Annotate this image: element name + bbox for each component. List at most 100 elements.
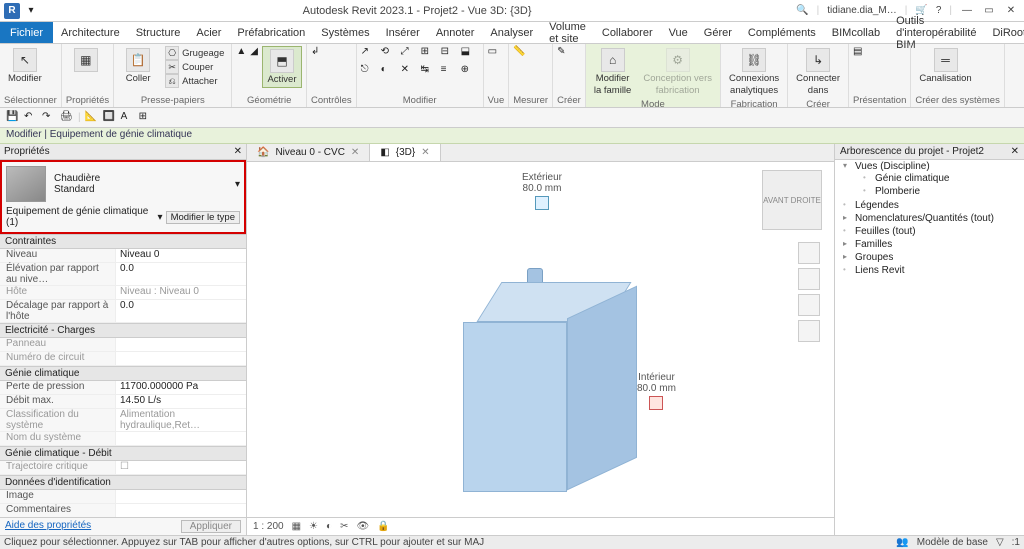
tree-node[interactable]: Génie climatique [861,172,1024,185]
modify-tool-icon[interactable]: ↗ [361,46,377,62]
view-tab[interactable]: 🏠 Niveau 0 - CVC ✕ [247,144,370,161]
property-row[interactable]: HôteNiveau : Niveau 0 [0,286,246,300]
view-scale[interactable]: 1 : 200 [253,521,284,532]
ribbon-tab[interactable]: Annoter [428,22,483,43]
tree-node[interactable]: Groupes [841,251,1024,264]
close-tab-icon[interactable]: ✕ [421,147,429,158]
view-icon[interactable]: ▭ [488,46,497,57]
ribbon-tab[interactable]: Gérer [696,22,740,43]
tree-node[interactable]: Liens Revit [841,264,1024,277]
property-category[interactable]: Génie climatique [0,366,246,381]
vc-icon[interactable]: 🔒 [377,521,389,532]
modify-tool-icon[interactable]: ⊞ [421,46,437,62]
view-cube[interactable]: AVANT DROITE [762,170,822,230]
close-button[interactable]: ✕ [1004,4,1018,18]
ribbon-tab[interactable]: DiRootsOne [984,22,1024,43]
worksharing-icon[interactable]: 👥 [896,537,908,548]
property-row[interactable]: Trajectoire critique☐ [0,461,246,475]
qat-icon[interactable]: 🔲 [103,111,117,125]
qat-icon[interactable]: ▾ [24,4,38,18]
property-row[interactable]: Numéro de circuit [0,352,246,366]
property-value[interactable]: 14.50 L/s [115,395,246,408]
tree-node[interactable]: Familles [841,238,1024,251]
ribbon-tab[interactable]: Insérer [378,22,428,43]
nav-icon[interactable] [798,320,820,342]
property-row[interactable]: Image [0,490,246,504]
ribbon-tab[interactable]: Compléments [740,22,824,43]
nav-icon[interactable] [798,242,820,264]
modify-tool-icon[interactable]: ↹ [421,64,437,80]
geom-icon[interactable]: ◢ [250,46,258,57]
chevron-down-icon[interactable]: ▾ [158,212,163,223]
view-tab[interactable]: ◧ {3D} ✕ [370,144,440,161]
modify-tool-icon[interactable]: ⊟ [441,46,457,62]
type-selector[interactable]: Chaudière Standard ▾ Equipement de génie… [0,160,246,234]
boiler-3d[interactable] [477,282,637,492]
property-value[interactable]: 0.0 [115,300,246,322]
modify-tool-icon[interactable]: ⬓ [461,46,477,62]
modify-tool-icon[interactable]: ≡ [441,64,457,80]
tree-node[interactable]: Vues (Discipline)Génie climatiquePlomber… [841,160,1024,199]
cope-button[interactable]: ⎔Grugeage [162,46,227,60]
qat-icon[interactable]: ↶ [24,111,38,125]
chevron-down-icon[interactable]: ▾ [235,179,240,190]
property-row[interactable]: NiveauNiveau 0 [0,249,246,263]
properties-help-link[interactable]: Aide des propriétés [5,520,91,533]
ribbon-tab[interactable]: Volume et site [541,22,594,43]
connect-into-button[interactable]: ↳Connecterdans [792,46,844,98]
ribbon-tab[interactable]: Outils d'interopérabilité BIM [888,22,984,43]
properties-button[interactable]: ▦ [66,46,106,74]
measure-icon[interactable]: 📏 [513,46,525,57]
modify-tool-icon[interactable]: ⤢ [401,46,417,62]
join-button[interactable]: ⎌Attacher [162,74,227,88]
property-value[interactable] [115,490,246,503]
instance-filter[interactable]: Equipement de génie climatique (1) [6,206,155,228]
3d-canvas[interactable]: Extérieur 80.0 mm Intérieur 80.0 mm AVAN… [247,162,834,517]
modify-button[interactable]: ↖Modifier [4,46,46,86]
ribbon-tab[interactable]: Collaborer [594,22,661,43]
analytic-conn-button[interactable]: ⛓Connexionsanalytiques [725,46,783,98]
property-row[interactable]: Perte de pression11700.000000 Pa [0,381,246,395]
ribbon-tab[interactable]: Vue [661,22,696,43]
connector-icon[interactable] [649,396,663,410]
vc-icon[interactable]: ☀ [309,521,318,532]
close-icon[interactable]: ✕ [1011,146,1019,157]
tree-node[interactable]: Légendes [841,199,1024,212]
property-category[interactable]: Contraintes [0,234,246,249]
user-name[interactable]: tidiane.dia_M… [827,5,896,16]
edit-type-button[interactable]: Modifier le type [166,211,240,224]
property-value[interactable]: 11700.000000 Pa [115,381,246,394]
cut-button[interactable]: ✂Couper [162,60,227,74]
modify-tool-icon[interactable]: ⎋ [361,64,377,80]
qat-icon[interactable]: ↷ [42,111,56,125]
close-tab-icon[interactable]: ✕ [351,147,359,158]
nav-icon[interactable] [798,268,820,290]
ribbon-tab[interactable]: BIMcollab [824,22,888,43]
ribbon-tab[interactable]: Analyser [482,22,541,43]
ribbon-tab[interactable]: Acier [188,22,229,43]
vc-icon[interactable]: 👁 [356,521,369,532]
modify-tool-icon[interactable]: ◐ [381,64,397,80]
nav-icon[interactable] [798,294,820,316]
activate-button[interactable]: ⬒Activer [262,46,302,88]
vc-icon[interactable]: ✂ [340,521,348,532]
property-row[interactable]: Nom du système [0,432,246,446]
geom-icon[interactable]: ▲ [236,46,246,57]
connector-icon[interactable] [535,196,549,210]
property-value[interactable] [115,504,246,517]
vc-icon[interactable]: ▦ [292,521,301,532]
edit-family-button[interactable]: ⌂Modifierla famille [590,46,636,98]
browser-tree[interactable]: Vues (Discipline)Génie climatiquePlomber… [835,160,1024,277]
qat-icon[interactable]: A [121,111,135,125]
file-tab[interactable]: Fichier [0,22,53,43]
tree-node[interactable]: Feuilles (tout) [841,225,1024,238]
controls-icon[interactable]: ↲ [311,46,319,57]
close-icon[interactable]: ✕ [234,146,242,157]
restore-button[interactable]: ▭ [982,4,996,18]
qat-icon[interactable]: 🖨 [60,111,74,125]
property-row[interactable]: Décalage par rapport à l'hôte0.0 [0,300,246,323]
property-row[interactable]: Commentaires [0,504,246,517]
property-value[interactable]: Niveau 0 [115,249,246,262]
qat-icon[interactable]: ⊞ [139,111,153,125]
modify-tool-icon[interactable]: ⊕ [461,64,477,80]
